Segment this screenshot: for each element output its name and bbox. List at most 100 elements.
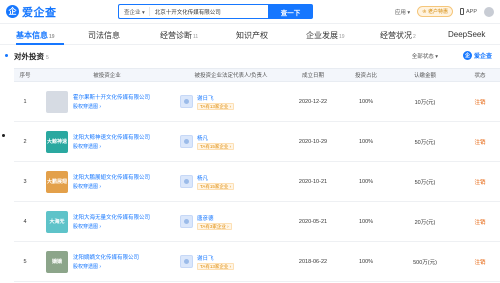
representative-name-link[interactable]: 谢日飞 — [197, 254, 234, 262]
company-cell: 大鹏展翅 沈阳大鹏展翅文化传媒有限公司 股权穿透图 › — [36, 170, 178, 193]
founded-date: 2020-12-22 — [298, 98, 328, 105]
representative-avatar — [180, 175, 193, 188]
app-download-label: APP — [465, 8, 477, 15]
tab-bar: 基本信息19 司法信息 经营诊断11 知识产权 企业发展19 经营状况2 Dee… — [0, 27, 500, 45]
company-name-link[interactable]: 沈阳嫡嫡文化传媒有限公司 — [73, 253, 139, 261]
tab-label: DeepSeek — [448, 30, 486, 39]
header-capital: 认缴金额 — [413, 73, 436, 79]
subscribed-capital: 50万(元) — [414, 139, 436, 146]
search-button[interactable]: 查一下 — [268, 4, 313, 19]
status-badge: 注销 — [460, 258, 500, 266]
equity-chart-link[interactable]: 股权穿透图 › — [73, 183, 150, 190]
section-count: 5 — [46, 55, 49, 61]
representative-companies-tag[interactable]: TA有3家企业 › — [197, 222, 232, 230]
subscribed-capital: 10万(元) — [414, 99, 436, 106]
row-index: 5 — [23, 258, 27, 265]
logo[interactable]: 企 爱企查 — [6, 4, 57, 19]
representative-cell: 杨凡 TA有15家企业 › — [178, 174, 284, 190]
investment-table: 序号 被投资企业 被投资企业法定代表人/负责人 成立日期 投资占比 认缴金额 状… — [14, 68, 500, 282]
company-logo[interactable]: 大鹏展翅 — [46, 170, 68, 193]
status-text: 注销 — [474, 179, 486, 186]
app-menu[interactable]: 应用 ▾ — [395, 8, 410, 16]
section-title-text: 对外投资 — [14, 52, 44, 61]
investment-percent: 100% — [358, 218, 374, 225]
investment-percent: 100% — [358, 98, 374, 105]
tab-label: 知识产权 — [236, 31, 268, 40]
company-name-link[interactable]: 沈阳大鲸神速文化传媒有限公司 — [73, 133, 150, 141]
table-row: 3 大鹏展翅 沈阳大鹏展翅文化传媒有限公司 股权穿透图 › 杨凡 TA有15家企… — [14, 162, 500, 202]
representative-companies-tag[interactable]: TA有13家企业 › — [197, 262, 235, 270]
tab-label: 经营诊断 — [160, 31, 192, 40]
equity-chart-link[interactable]: 股权穿透图 › — [73, 143, 150, 150]
status-badge: 注销 — [460, 178, 500, 186]
table-row: 2 大鲸神速 沈阳大鲸神速文化传媒有限公司 股权穿透图 › 杨凡 TA有15家企… — [14, 122, 500, 162]
tab-deepseek[interactable]: DeepSeek — [448, 30, 485, 39]
company-logo[interactable]: 大鲸神速 — [46, 130, 68, 153]
search-type-select[interactable]: 查企业 ▾ — [119, 7, 150, 16]
representative-avatar — [180, 215, 193, 228]
top-bar: 企 爱企查 查企业 ▾ 北京十开文化传媒有限公司 查一下 应用 ▾ ♔ 老户特惠… — [0, 0, 500, 24]
tab-label: 经营状况 — [380, 31, 412, 40]
row-index: 2 — [23, 138, 27, 145]
status-badge: 注销 — [460, 218, 500, 226]
equity-chart-link[interactable]: 股权穿透图 › — [73, 223, 150, 230]
company-name-link[interactable]: 霍尔果斯十开文化传媒有限公司 — [73, 93, 150, 101]
search-box[interactable]: 查企业 ▾ 北京十开文化传媒有限公司 — [118, 4, 268, 19]
status-text: 注销 — [474, 99, 486, 106]
company-logo[interactable] — [46, 90, 68, 113]
status-text: 注销 — [474, 219, 486, 226]
vip-badge[interactable]: ♔ 老户特惠 — [417, 6, 453, 17]
equity-chart-link[interactable]: 股权穿透图 › — [73, 103, 150, 110]
active-tab-indicator — [16, 43, 64, 45]
app-download-link[interactable]: APP — [459, 8, 477, 15]
user-avatar[interactable] — [484, 6, 494, 17]
aiqicha-label: 爱企查 — [473, 54, 492, 60]
row-index: 4 — [23, 218, 27, 225]
company-cell: 霍尔果斯十开文化传媒有限公司 股权穿透图 › — [36, 90, 178, 113]
row-index: 3 — [23, 178, 27, 185]
header-company: 被投资企业 — [93, 73, 121, 79]
tab-basic-info[interactable]: 基本信息19 — [16, 30, 55, 41]
tab-count: 19 — [49, 34, 55, 40]
representative-cell: 谢日飞 TA有13家企业 › — [178, 254, 284, 270]
representative-companies-tag[interactable]: TA有15家企业 › — [197, 142, 235, 150]
representative-name-link[interactable]: 杨凡 — [197, 174, 234, 182]
company-logo[interactable]: 大海无 — [46, 210, 68, 233]
table-header: 序号 被投资企业 被投资企业法定代表人/负责人 成立日期 投资占比 认缴金额 状… — [14, 68, 500, 82]
header-status: 状态 — [474, 73, 486, 79]
representative-avatar — [180, 135, 193, 148]
section-header: 对外投资 5 全部状态 ▾ 企 爱企查 — [0, 47, 500, 65]
tab-label: 基本信息 — [16, 31, 48, 40]
representative-companies-tag[interactable]: TA有13家企业 › — [197, 102, 235, 110]
tab-business-status[interactable]: 经营状况2 — [380, 30, 416, 41]
founded-date: 2020-10-29 — [298, 138, 328, 145]
representative-name-link[interactable]: 谢日飞 — [197, 94, 234, 102]
tab-development[interactable]: 企业发展19 — [306, 30, 345, 41]
representative-companies-tag[interactable]: TA有15家企业 › — [197, 182, 235, 190]
representative-name-link[interactable]: 唐彦德 — [197, 214, 232, 222]
representative-name-link[interactable]: 杨凡 — [197, 134, 234, 142]
margin-bullet — [2, 134, 5, 137]
status-text: 注销 — [474, 259, 486, 266]
aiqicha-badge[interactable]: 企 爱企查 — [462, 50, 492, 61]
equity-chart-link[interactable]: 股权穿透图 › — [73, 263, 139, 270]
founded-date: 2018-06-22 — [298, 258, 328, 265]
logo-icon: 企 — [6, 5, 19, 18]
investment-percent: 100% — [358, 178, 374, 185]
tab-operation-diagnosis[interactable]: 经营诊断11 — [160, 30, 198, 41]
tab-judicial[interactable]: 司法信息 — [88, 30, 121, 41]
search-input[interactable]: 北京十开文化传媒有限公司 — [150, 8, 221, 16]
company-name-link[interactable]: 沈阳大鹏展翅文化传媒有限公司 — [73, 173, 150, 181]
tab-ip[interactable]: 知识产权 — [236, 30, 269, 41]
founded-date: 2020-10-21 — [298, 178, 328, 185]
tab-label: 司法信息 — [88, 31, 120, 40]
row-index: 1 — [23, 98, 27, 105]
aiqicha-logo-icon: 企 — [462, 51, 472, 60]
status-filter[interactable]: 全部状态 ▾ — [412, 52, 438, 60]
representative-avatar — [180, 255, 193, 268]
company-cell: 大鲸神速 沈阳大鲸神速文化传媒有限公司 股权穿透图 › — [36, 130, 178, 153]
company-logo[interactable]: 嫡嫡 — [46, 250, 68, 273]
company-name-link[interactable]: 沈阳大海无量文化传媒有限公司 — [73, 213, 150, 221]
company-cell: 嫡嫡 沈阳嫡嫡文化传媒有限公司 股权穿透图 › — [36, 250, 178, 273]
table-row: 1 霍尔果斯十开文化传媒有限公司 股权穿透图 › 谢日飞 TA有13家企业 › … — [14, 82, 500, 122]
